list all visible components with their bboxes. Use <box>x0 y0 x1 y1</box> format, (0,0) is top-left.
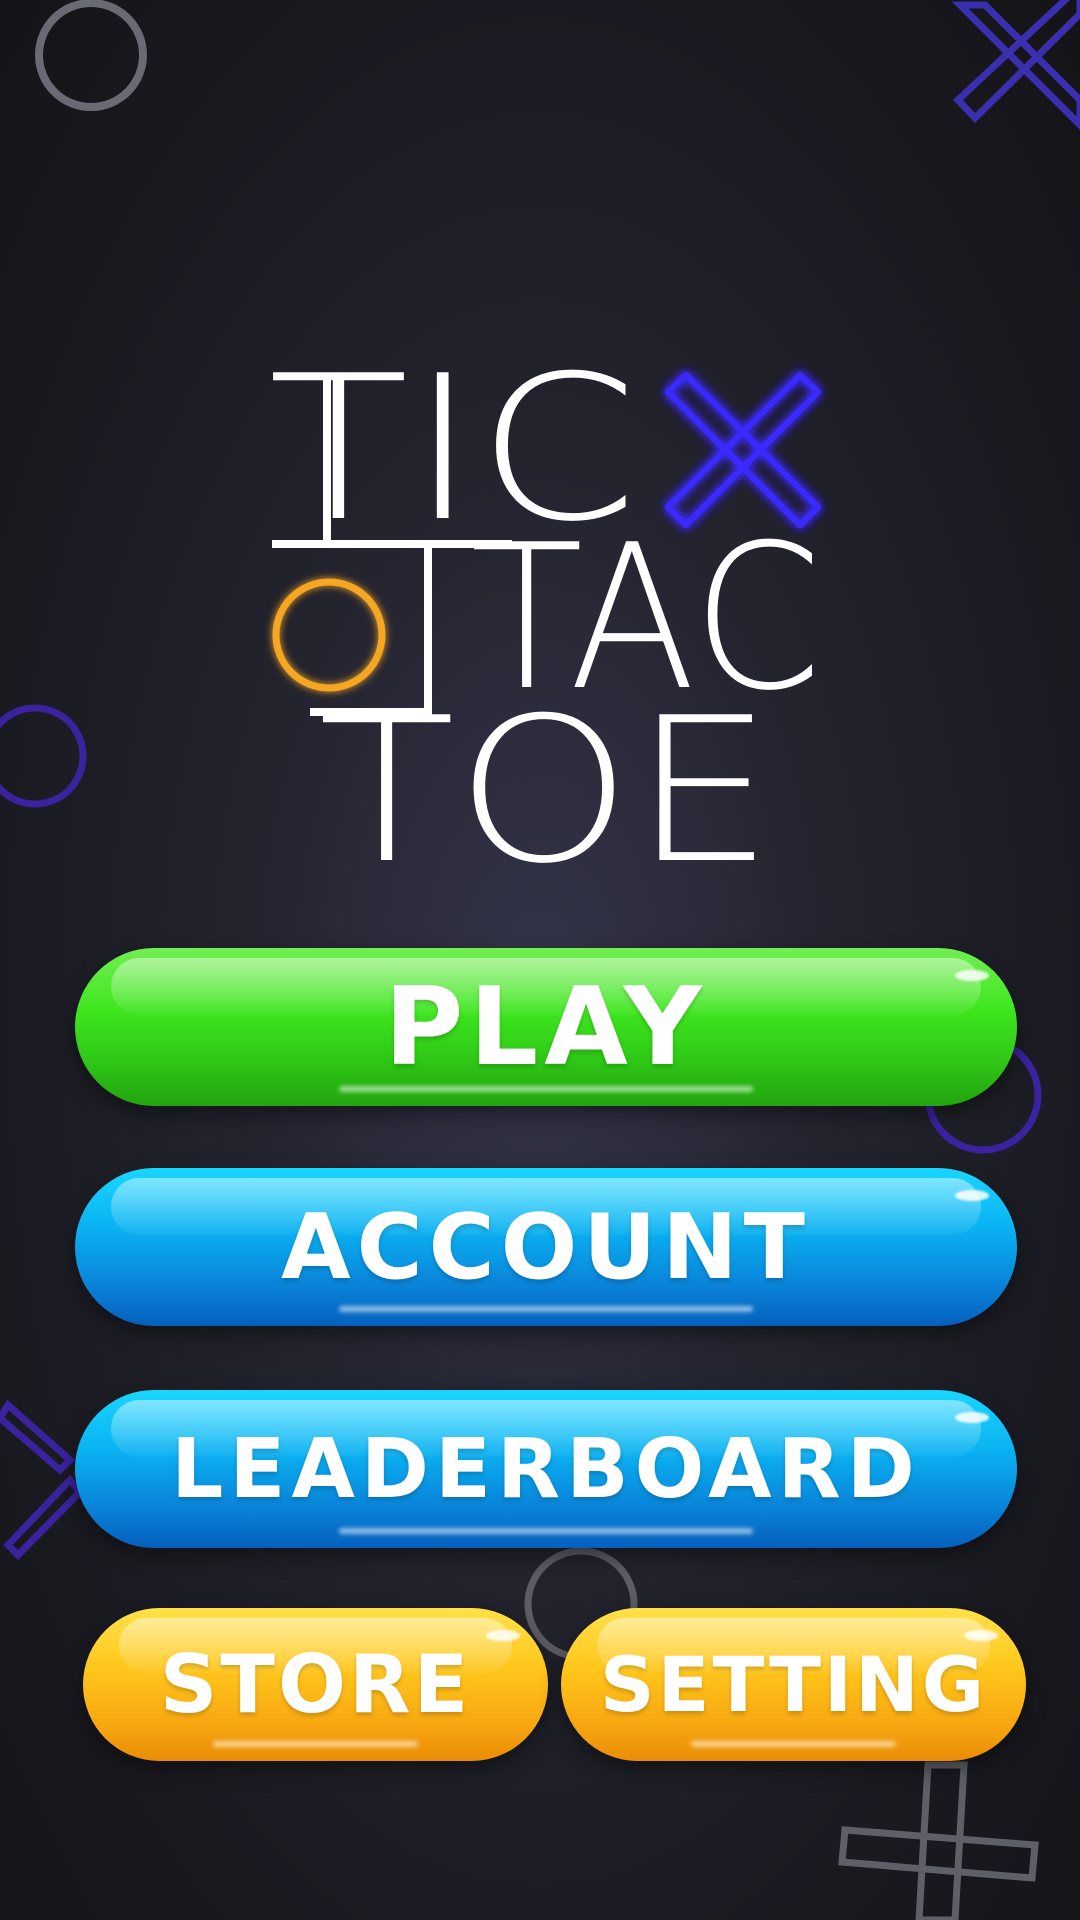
leaderboard-button-label: LEADERBOARD <box>171 1421 921 1517</box>
account-button-label: ACCOUNT <box>280 1194 812 1300</box>
leaderboard-button[interactable]: LEADERBOARD <box>75 1390 1017 1548</box>
play-button-label: PLAY <box>384 964 708 1090</box>
setting-button-label: SETTING <box>599 1640 988 1729</box>
store-button[interactable]: STORE <box>83 1608 548 1761</box>
setting-button[interactable]: SETTING <box>561 1608 1026 1761</box>
o-mark-icon <box>272 578 386 692</box>
store-button-label: STORE <box>159 1638 472 1731</box>
play-button[interactable]: PLAY <box>75 948 1017 1106</box>
account-button[interactable]: ACCOUNT <box>75 1168 1017 1326</box>
title-line-toe: TOE <box>318 675 774 908</box>
